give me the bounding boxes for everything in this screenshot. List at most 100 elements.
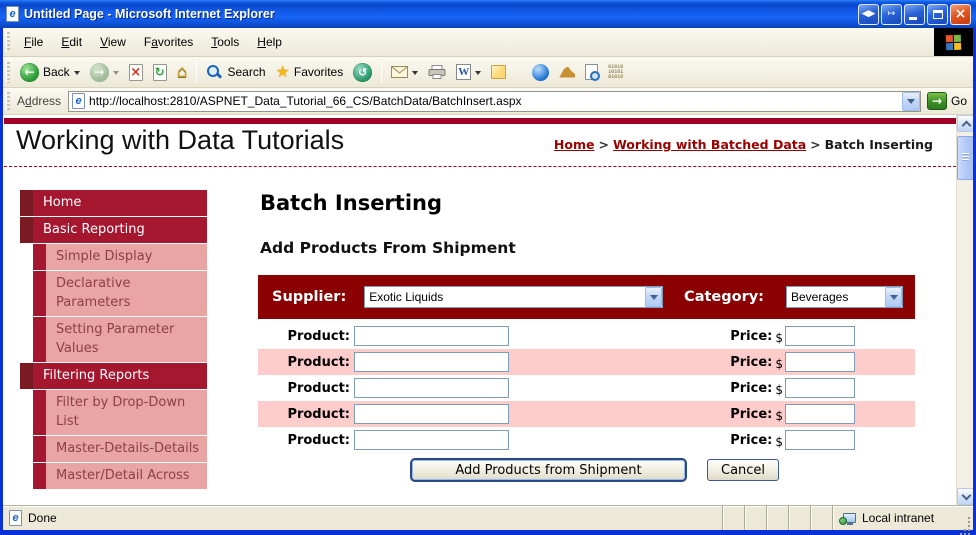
supplier-label: Supplier: (272, 289, 347, 305)
home-button[interactable]: ⌂ (172, 62, 193, 83)
back-button[interactable]: ← Back (15, 61, 85, 84)
supplier-category-bar: Supplier: Exotic Liquids Category: Bever… (258, 275, 915, 319)
price-input[interactable] (785, 378, 855, 398)
print-button[interactable] (423, 63, 451, 81)
security-zone-panel: Local intranet (832, 506, 957, 530)
status-panel (788, 506, 810, 530)
sidebar-item-master-detail-across[interactable]: Master/Detail Across (20, 463, 207, 489)
price-input[interactable] (785, 352, 855, 372)
minimize-button[interactable] (904, 3, 925, 25)
menu-help[interactable]: Help (248, 32, 291, 52)
product-rows: Product: Price: $ Product: Price: $ Produc… (258, 323, 915, 453)
shoe-icon (559, 66, 576, 78)
breadcrumb-home-link[interactable]: Home (554, 137, 595, 152)
search-button[interactable]: Search (201, 62, 270, 83)
breadcrumb-section-link[interactable]: Working with Batched Data (613, 137, 806, 152)
price-input[interactable] (785, 404, 855, 424)
messenger-button[interactable] (527, 62, 554, 83)
research-button[interactable] (580, 62, 603, 82)
mail-icon (391, 66, 409, 78)
sidebar-item-master-details-details[interactable]: Master-Details-Details (20, 436, 207, 462)
category-selected-value: Beverages (790, 290, 849, 304)
sidebar-item-home[interactable]: Home (20, 190, 207, 216)
close-button[interactable]: × (950, 3, 971, 25)
supplier-selected-value: Exotic Liquids (369, 290, 444, 304)
binary-icon (608, 65, 623, 80)
resize-grip[interactable] (957, 506, 973, 530)
sidebar-item-setting-parameter-values[interactable]: Setting Parameter Values (20, 317, 207, 362)
sidebar-item-label: Master-Details-Details (46, 436, 207, 462)
indent-bar (33, 317, 46, 362)
indent-bar (20, 217, 33, 243)
status-panel (810, 506, 832, 530)
favorites-button[interactable]: ★ Favorites (271, 62, 349, 82)
refresh-button[interactable]: ↻ (148, 62, 172, 83)
menu-view[interactable]: View (91, 32, 135, 52)
sidebar-item-simple-display[interactable]: Simple Display (20, 244, 207, 270)
forward-button[interactable]: → (85, 61, 124, 84)
toolbar-grip[interactable] (6, 91, 10, 111)
refresh-icon: ↻ (152, 63, 167, 81)
history-button[interactable]: ↺ (348, 61, 377, 84)
maximize-button[interactable] (927, 3, 948, 25)
status-panel (744, 506, 766, 530)
edit-with-word-button[interactable]: W (451, 62, 486, 82)
history-icon: ↺ (353, 62, 373, 82)
product-input[interactable] (354, 404, 509, 424)
scroll-down-button[interactable] (957, 488, 973, 505)
vertical-scrollbar[interactable] (956, 115, 973, 505)
chevron-down-icon (112, 70, 119, 78)
sidebar-item-label: Declarative Parameters (46, 271, 207, 316)
status-panel (722, 506, 744, 530)
scrollbar-thumb[interactable] (957, 136, 973, 180)
menu-tools[interactable]: Tools (202, 32, 248, 52)
toolbar-grip[interactable] (6, 61, 10, 83)
ie-page-icon: e (9, 510, 22, 526)
mail-button[interactable] (386, 64, 423, 80)
indent-bar (33, 390, 46, 435)
chevron-down-icon (475, 70, 482, 78)
price-input[interactable] (785, 430, 855, 450)
product-input[interactable] (354, 352, 509, 372)
add-products-button[interactable]: Add Products from Shipment (410, 458, 687, 482)
product-input[interactable] (354, 378, 509, 398)
status-bar: e Done Local intranet (3, 505, 973, 530)
home-icon: ⌂ (176, 61, 188, 82)
window-split-icon[interactable]: ◀▶ (858, 3, 879, 25)
menu-edit[interactable]: Edit (52, 32, 91, 52)
toolbar-extra-button[interactable] (554, 65, 580, 80)
window-popout-icon[interactable]: ↦ (881, 3, 902, 25)
category-select[interactable]: Beverages (785, 286, 903, 308)
sidebar-item-basic-reporting[interactable]: Basic Reporting (20, 217, 207, 243)
ie-page-icon: e (6, 6, 19, 22)
status-panel (766, 506, 788, 530)
product-input[interactable] (354, 326, 509, 346)
browser-window: e Untitled Page - Microsoft Internet Exp… (0, 0, 976, 535)
notes-button[interactable] (486, 63, 511, 81)
window-title: Untitled Page - Microsoft Internet Explo… (24, 7, 275, 21)
cancel-button[interactable]: Cancel (707, 459, 780, 481)
indent-bar (33, 436, 46, 462)
address-input[interactable]: e http://localhost:2810/ASPNET_Data_Tuto… (68, 90, 921, 112)
stop-button[interactable]: × (124, 62, 148, 83)
sidebar-item-filter-by-dropdown-list[interactable]: Filter by Drop-Down List (20, 390, 207, 435)
standard-buttons-toolbar: ← Back → × ↻ ⌂ Search ★ Favorites ↺ W 01… (3, 57, 973, 88)
address-dropdown-button[interactable] (901, 91, 920, 111)
research-icon (585, 64, 601, 81)
go-button[interactable]: → Go (921, 92, 973, 110)
product-input[interactable] (354, 430, 509, 450)
menu-favorites[interactable]: Favorites (135, 32, 202, 52)
sidebar-item-declarative-parameters[interactable]: Declarative Parameters (20, 271, 207, 316)
toolbar-grip[interactable] (6, 32, 10, 52)
price-input[interactable] (785, 326, 855, 346)
scroll-up-button[interactable] (957, 115, 973, 132)
product-row: Product: Price: $ (258, 401, 915, 427)
menu-file[interactable]: File (15, 32, 52, 52)
word-icon: W (456, 64, 472, 80)
encoder-button[interactable] (603, 63, 628, 82)
supplier-select[interactable]: Exotic Liquids (364, 286, 664, 308)
breadcrumb-current: Batch Inserting (824, 137, 933, 152)
indent-bar (20, 363, 33, 389)
chevron-down-icon (412, 70, 419, 78)
sidebar-item-filtering-reports[interactable]: Filtering Reports (20, 363, 207, 389)
